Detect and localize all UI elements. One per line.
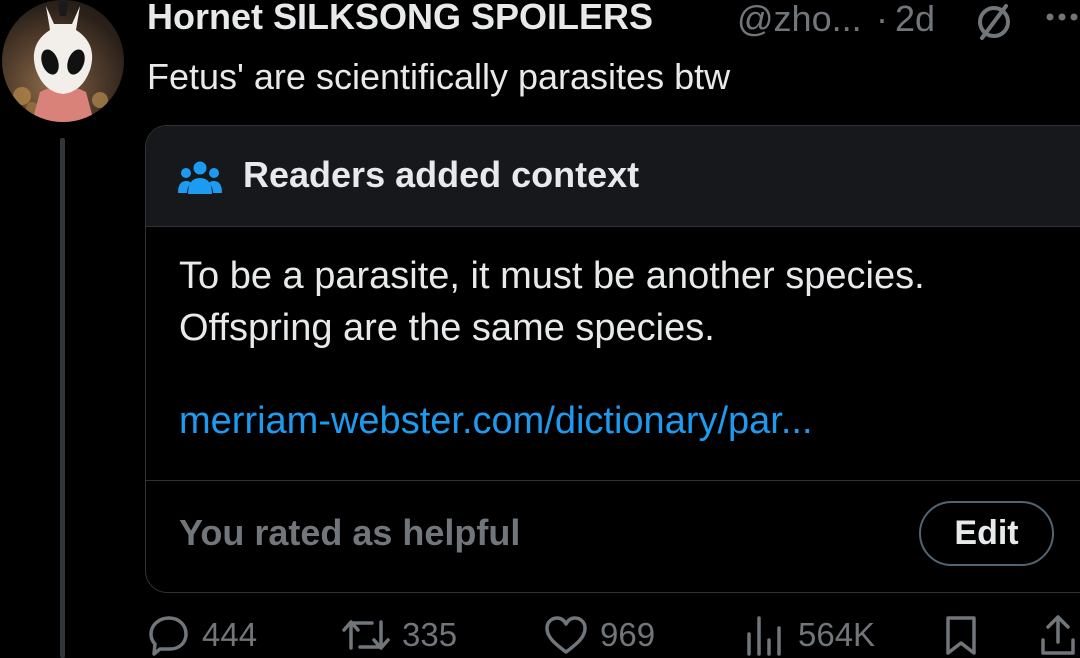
more-icon[interactable] [1045,10,1080,24]
reply-icon [149,616,188,656]
repost-icon [342,620,390,650]
separator-dot: · [876,0,888,39]
bookmark-icon [946,616,976,655]
note-body-line: To be a parasite, it must be another spe… [179,255,925,297]
edit-rating-button[interactable]: Edit [919,501,1054,566]
thread-line [60,138,65,658]
note-body: To be a parasite, it must be another spe… [179,250,925,354]
note-body-line: Offspring are the same species. [179,307,715,349]
reply-action[interactable]: 444 [148,612,257,658]
author-name[interactable]: Hornet SILKSONG SPOILERS [147,0,653,38]
avatar[interactable] [2,0,124,122]
note-source-link[interactable]: merriam-webster.com/dictionary/par... [179,400,813,443]
share-icon [1041,615,1075,655]
views-action[interactable]: 564K [744,612,875,658]
heart-icon [545,616,587,654]
note-divider [146,480,1080,481]
like-action[interactable]: 969 [544,612,655,658]
views-count: 564K [798,616,876,653]
repost-action[interactable]: 335 [342,612,457,658]
note-title: Readers added context [243,154,640,195]
bookmark-action[interactable] [944,612,978,658]
reply-count: 444 [202,616,258,653]
rating-status: You rated as helpful [179,512,521,553]
note-header: Readers added context [146,126,1080,227]
community-note: Readers added context To be a parasite, … [145,125,1080,593]
people-icon [178,161,222,194]
grok-icon[interactable] [972,0,1016,44]
tweet-text: Fetus' are scientifically parasites btw [147,56,731,97]
views-icon [747,616,781,656]
avatar-art [13,1,108,122]
share-action[interactable] [1040,612,1076,658]
tweet-time[interactable]: 2d [895,0,935,40]
author-handle[interactable]: @zho... [737,0,862,40]
repost-count: 335 [402,616,458,653]
like-count: 969 [600,616,656,653]
